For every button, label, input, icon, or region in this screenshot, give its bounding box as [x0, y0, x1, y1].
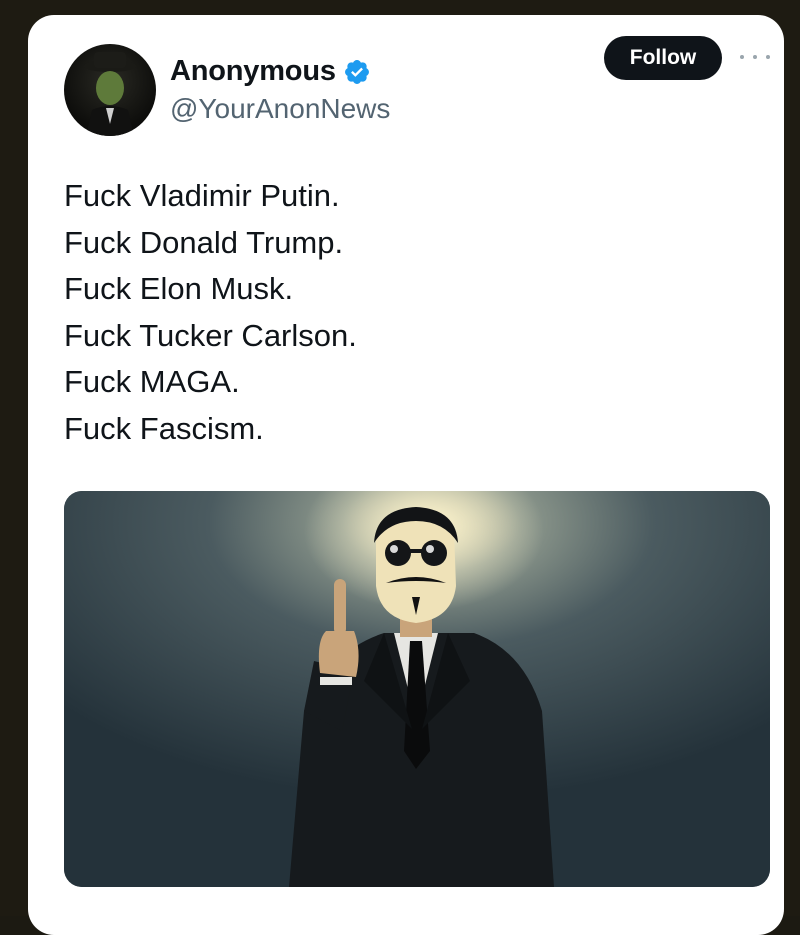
follow-button[interactable]: Follow	[604, 36, 722, 80]
tweet-card[interactable]: Anonymous @YourAnonNews Follow Fuck Vlad…	[28, 15, 784, 935]
tweet-line: Fuck Tucker Carlson.	[64, 317, 357, 353]
masked-figure-avatar-icon	[84, 52, 136, 136]
masked-man-photo-icon	[64, 491, 770, 887]
more-dot	[766, 55, 770, 59]
tweet-text: Fuck Vladimir Putin. Fuck Donald Trump. …	[64, 173, 744, 453]
tweet-line: Fuck Elon Musk.	[64, 271, 294, 307]
verified-badge-icon	[344, 59, 369, 84]
tweet-line: Fuck Donald Trump.	[64, 224, 344, 260]
screenshot-frame: Anonymous @YourAnonNews Follow Fuck Vlad…	[0, 0, 800, 935]
author-display-name[interactable]: Anonymous	[170, 55, 336, 88]
more-dot	[740, 55, 744, 59]
tweet-media-image[interactable]	[64, 491, 770, 887]
author-avatar[interactable]	[64, 44, 156, 136]
author-name-row: Anonymous	[170, 55, 371, 88]
tweet-line: Fuck Fascism.	[64, 410, 264, 446]
more-options-icon[interactable]	[740, 49, 770, 65]
more-dot	[753, 55, 757, 59]
tweet-line: Fuck Vladimir Putin.	[64, 178, 340, 213]
author-handle[interactable]: @YourAnonNews	[170, 93, 390, 125]
tweet-line: Fuck MAGA.	[64, 364, 240, 400]
